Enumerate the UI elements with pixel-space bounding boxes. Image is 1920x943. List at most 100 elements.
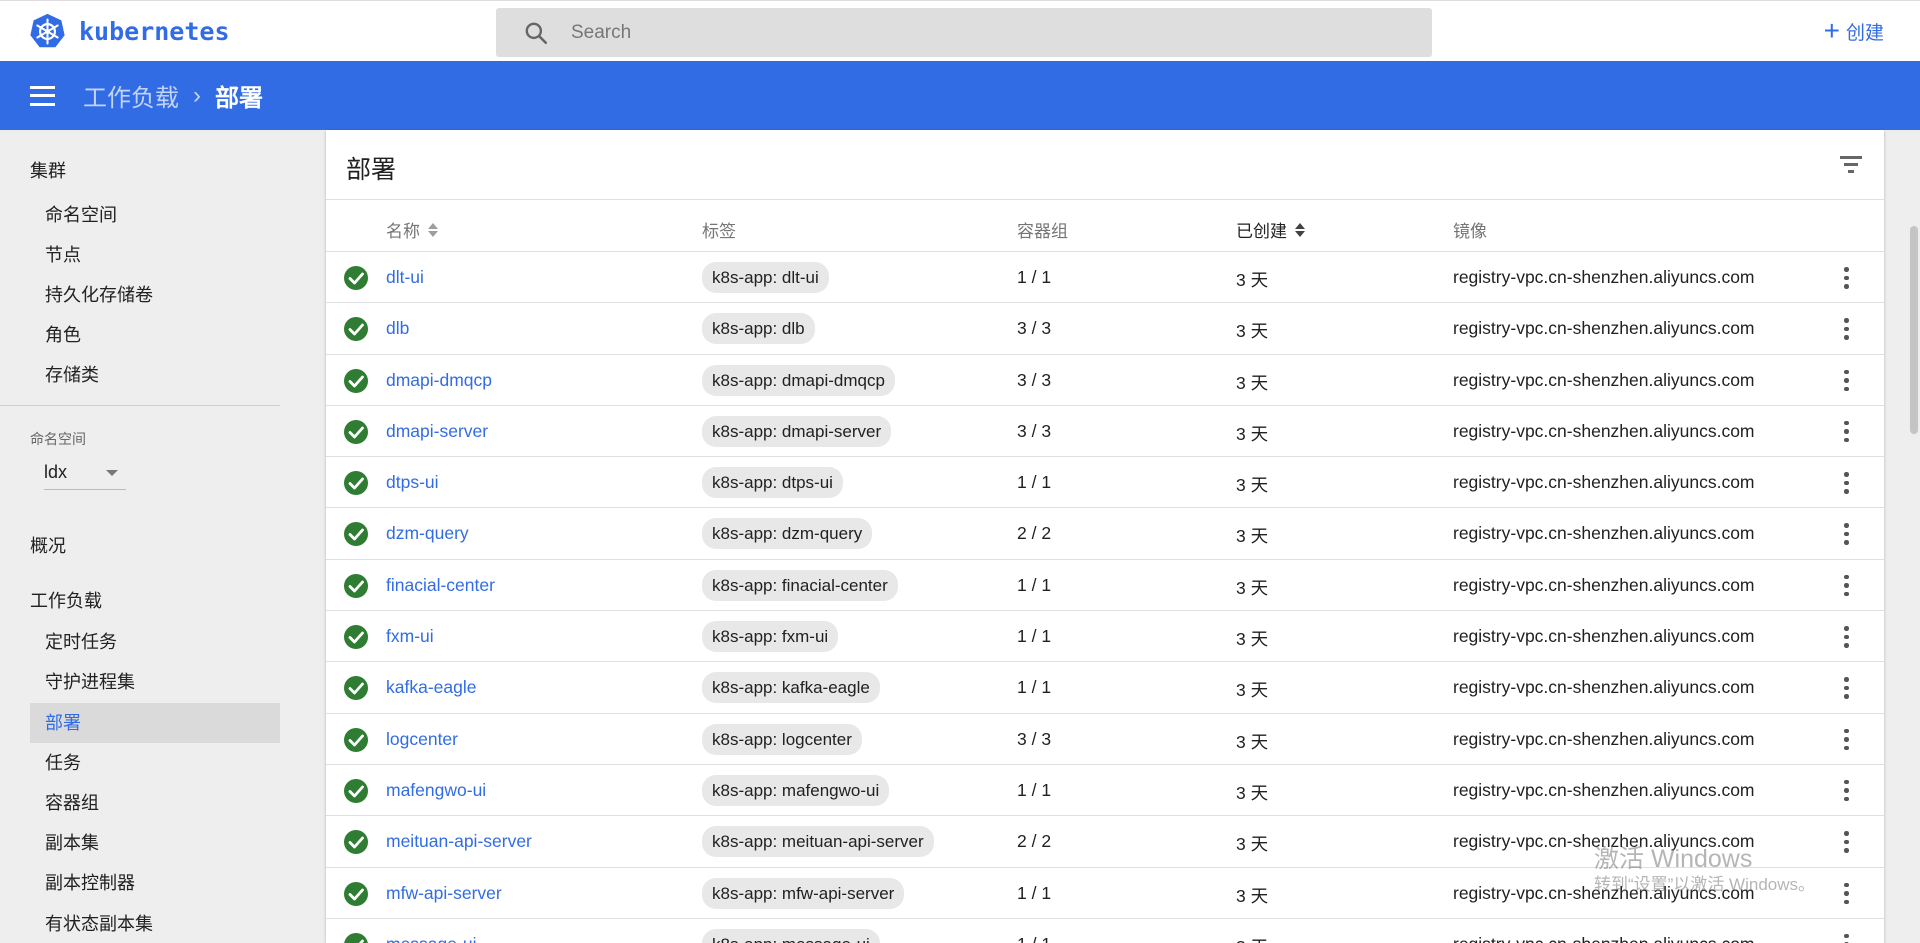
more-vert-icon[interactable] xyxy=(1838,317,1854,341)
create-button[interactable]: + 创建 xyxy=(1824,17,1884,45)
pods-count: 1 / 1 xyxy=(1017,574,1052,595)
sidebar-item-cron-jobs[interactable]: 定时任务 xyxy=(30,622,280,662)
sidebar-item-namespaces[interactable]: 命名空间 xyxy=(30,195,280,235)
more-vert-icon[interactable] xyxy=(1838,882,1854,906)
more-vert-icon[interactable] xyxy=(1838,522,1854,546)
more-vert-icon[interactable] xyxy=(1838,369,1854,393)
column-labels-label: 标签 xyxy=(702,222,736,241)
table-row: dlt-ui k8s-app: dlt-ui 1 / 1 3 天 registry-vp… xyxy=(326,252,1884,304)
deployment-name-link[interactable]: dlt-ui xyxy=(386,267,424,288)
sidebar-item-overview[interactable]: 概况 xyxy=(30,532,66,558)
breadcrumb-parent[interactable]: 工作负载 xyxy=(83,78,179,113)
more-vert-icon[interactable] xyxy=(1838,471,1854,495)
kubernetes-helm-icon xyxy=(30,13,65,48)
more-vert-icon[interactable] xyxy=(1838,933,1854,943)
more-vert-icon[interactable] xyxy=(1838,574,1854,598)
sidebar-item-jobs[interactable]: 任务 xyxy=(30,743,280,783)
column-created[interactable]: 已创建 xyxy=(1236,217,1305,242)
deployment-name-link[interactable]: kafka-eagle xyxy=(386,677,476,698)
column-name-label: 名称 xyxy=(386,222,420,241)
chevron-right-icon: › xyxy=(193,81,201,109)
more-vert-icon[interactable] xyxy=(1838,625,1854,649)
check-circle-icon xyxy=(344,368,368,393)
column-pods: 容器组 xyxy=(1017,217,1068,242)
sidebar-item-roles[interactable]: 角色 xyxy=(30,315,280,355)
filter-icon[interactable] xyxy=(1838,154,1864,174)
search-bar[interactable] xyxy=(496,8,1432,57)
pods-count: 3 / 3 xyxy=(1017,420,1052,441)
deployment-name-link[interactable]: fxm-ui xyxy=(386,626,434,647)
column-name[interactable]: 名称 xyxy=(386,217,438,242)
image-name: registry-vpc.cn-shenzhen.aliyuncs.com xyxy=(1453,626,1755,647)
scrollbar-thumb[interactable] xyxy=(1910,226,1918,434)
check-circle-icon xyxy=(344,830,368,855)
deployment-name-link[interactable]: dmapi-dmqcp xyxy=(386,370,492,391)
hamburger-icon[interactable] xyxy=(30,85,55,106)
image-name: registry-vpc.cn-shenzhen.aliyuncs.com xyxy=(1453,420,1755,441)
sidebar-heading-workloads[interactable]: 工作负载 xyxy=(30,587,102,613)
more-vert-icon[interactable] xyxy=(1838,728,1854,752)
created-age: 3 天 xyxy=(1236,270,1269,290)
label-chip: k8s-app: dmapi-dmqcp xyxy=(702,364,895,396)
column-images: 镜像 xyxy=(1453,217,1487,242)
sidebar-item-replication-controllers[interactable]: 副本控制器 xyxy=(30,863,280,903)
check-circle-icon xyxy=(344,676,368,701)
pods-count: 1 / 1 xyxy=(1017,472,1052,493)
deployment-name-link[interactable]: mafengwo-ui xyxy=(386,780,486,801)
sidebar-heading-cluster[interactable]: 集群 xyxy=(30,157,66,183)
check-circle-icon xyxy=(344,573,368,598)
label-chip: k8s-app: mafengwo-ui xyxy=(702,774,890,806)
deployment-name-link[interactable]: message-ui xyxy=(386,934,476,943)
logo[interactable]: kubernetes xyxy=(29,13,230,50)
sidebar-item-replica-sets[interactable]: 副本集 xyxy=(30,823,280,863)
deployment-name-link[interactable]: dtps-ui xyxy=(386,472,439,493)
check-circle-icon xyxy=(344,727,368,752)
search-input[interactable] xyxy=(571,21,1371,44)
image-name: registry-vpc.cn-shenzhen.aliyuncs.com xyxy=(1453,779,1755,800)
more-vert-icon[interactable] xyxy=(1838,676,1854,700)
deployment-name-link[interactable]: dzm-query xyxy=(386,523,469,544)
deployment-name-link[interactable]: meituan-api-server xyxy=(386,831,532,852)
table-row: dlb k8s-app: dlb 3 / 3 3 天 registry-vpc.cn-s… xyxy=(326,303,1884,355)
label-chip: k8s-app: message-ui xyxy=(702,928,880,943)
deployment-name-link[interactable]: mfw-api-server xyxy=(386,883,502,904)
app-name: kubernetes xyxy=(79,17,230,46)
image-name: registry-vpc.cn-shenzhen.aliyuncs.com xyxy=(1453,677,1755,698)
sidebar-item-persistent-volumes[interactable]: 持久化存储卷 xyxy=(30,275,280,315)
more-vert-icon[interactable] xyxy=(1838,266,1854,290)
label-chip: k8s-app: dlb xyxy=(702,313,815,345)
sidebar-item-daemon-sets[interactable]: 守护进程集 xyxy=(30,662,280,702)
created-age: 3 天 xyxy=(1236,885,1269,906)
sidebar-item-deployments[interactable]: 部署 xyxy=(30,703,280,743)
created-age: 3 天 xyxy=(1236,423,1269,444)
sidebar-item-nodes[interactable]: 节点 xyxy=(30,235,280,275)
pods-count: 1 / 1 xyxy=(1017,267,1052,287)
deployment-name-link[interactable]: dlb xyxy=(386,318,409,339)
deployment-name-link[interactable]: logcenter xyxy=(386,729,458,750)
table-row: fxm-ui k8s-app: fxm-ui 1 / 1 3 天 registry-vp… xyxy=(326,611,1884,663)
label-chip: k8s-app: dlt-ui xyxy=(702,262,829,293)
table-row: mafengwo-ui k8s-app: mafengwo-ui 1 / 1 3 天 r… xyxy=(326,765,1884,817)
sidebar-item-storage-classes[interactable]: 存储类 xyxy=(30,355,280,395)
sidebar-divider xyxy=(0,405,280,406)
image-name: registry-vpc.cn-shenzhen.aliyuncs.com xyxy=(1453,318,1755,339)
more-vert-icon[interactable] xyxy=(1838,779,1854,803)
label-chip: k8s-app: fxm-ui xyxy=(702,621,839,653)
label-chip: k8s-app: finacial-center xyxy=(702,569,898,601)
created-age: 3 天 xyxy=(1236,475,1269,496)
namespace-label: 命名空间 xyxy=(30,431,86,447)
more-vert-icon[interactable] xyxy=(1838,420,1854,444)
more-vert-icon[interactable] xyxy=(1838,830,1854,854)
table-row: kafka-eagle k8s-app: kafka-eagle 1 / 1 3 天 r… xyxy=(326,662,1884,714)
created-age: 3 天 xyxy=(1236,680,1269,701)
deployment-name-link[interactable]: finacial-center xyxy=(386,575,495,596)
page-scrollbar[interactable] xyxy=(1908,130,1920,943)
sidebar-item-pods[interactable]: 容器组 xyxy=(30,783,280,823)
column-labels: 标签 xyxy=(702,217,736,242)
deployment-name-link[interactable]: dmapi-server xyxy=(386,421,488,442)
table-row: dmapi-dmqcp k8s-app: dmapi-dmqcp 3 / 3 3 天 r… xyxy=(326,355,1884,406)
sidebar-item-stateful-sets[interactable]: 有状态副本集 xyxy=(30,904,280,943)
table-row: dtps-ui k8s-app: dtps-ui 1 / 1 3 天 registry-… xyxy=(326,457,1884,509)
namespace-select[interactable]: ldx xyxy=(44,456,126,490)
image-name: registry-vpc.cn-shenzhen.aliyuncs.com xyxy=(1453,523,1755,544)
